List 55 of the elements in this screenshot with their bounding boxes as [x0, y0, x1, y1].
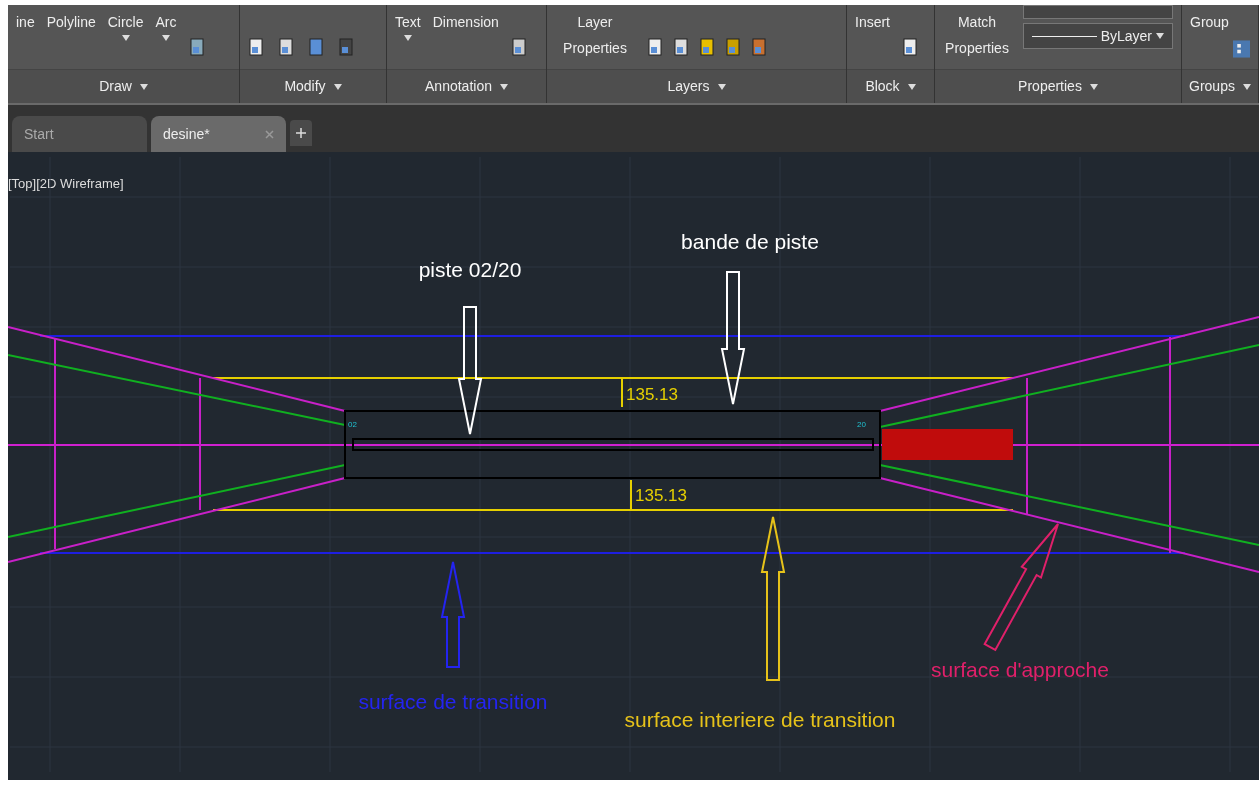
annotation-label: piste 02/20 — [418, 258, 522, 281]
linetype-dropdown[interactable]: ByLayer — [1023, 23, 1173, 49]
linetype-value: ByLayer — [1100, 26, 1152, 46]
caret-icon — [162, 35, 170, 41]
panel-title[interactable]: Layers — [667, 76, 710, 97]
group-select-icon[interactable] — [1232, 37, 1250, 61]
caret-icon — [499, 83, 508, 90]
plus-icon — [296, 128, 306, 138]
tool-icon[interactable] — [699, 37, 717, 57]
caret-icon — [1156, 33, 1164, 39]
viewport-label[interactable]: [Top][2D Wireframe] — [8, 174, 124, 194]
caret-icon — [1242, 83, 1251, 90]
ribbon-button[interactable]: ine — [16, 9, 35, 35]
panel-title[interactable]: Draw — [99, 76, 132, 97]
caret-icon — [139, 83, 148, 90]
tool-icon[interactable] — [338, 37, 356, 57]
color-dropdown[interactable] — [1023, 5, 1173, 19]
tool-icon[interactable] — [278, 37, 296, 57]
ribbon-button[interactable]: Arc — [155, 9, 177, 41]
ribbon-button[interactable]: Group — [1190, 9, 1229, 35]
panel-title[interactable]: Properties — [1018, 76, 1082, 97]
tool-icon[interactable] — [647, 37, 665, 57]
tool-icon[interactable] — [902, 37, 920, 57]
tool-icon[interactable] — [248, 37, 266, 57]
annotation-label: surface d'approche — [931, 658, 1109, 681]
dimension-tick — [630, 479, 632, 511]
caret-icon — [333, 83, 342, 90]
dimension-tick — [621, 377, 623, 408]
tool-icon[interactable] — [673, 37, 691, 57]
caret-icon — [907, 83, 916, 90]
ribbon-button[interactable]: Insert — [855, 9, 890, 35]
ribbon-button[interactable]: Text — [395, 9, 421, 41]
runway-number: 20 — [857, 420, 866, 429]
tool-icon[interactable] — [510, 37, 529, 57]
caret-icon — [403, 35, 412, 41]
dimension-text: 135.13 — [635, 486, 687, 505]
runway-number: 02 — [348, 420, 357, 429]
ribbon-button[interactable]: Dimension — [432, 9, 499, 35]
ribbon-button[interactable]: Polyline — [46, 9, 96, 35]
ribbon-button[interactable]: Circle — [107, 9, 144, 41]
add-tab-button[interactable] — [290, 120, 312, 146]
tool-icon[interactable] — [725, 37, 743, 57]
caret-icon — [1089, 83, 1098, 90]
file-tab[interactable]: desine* — [151, 116, 286, 152]
file-tab[interactable]: Start — [12, 116, 147, 152]
caret-icon — [121, 35, 130, 41]
ribbon-button[interactable]: Layer Properties — [555, 9, 635, 61]
annotation-label: surface interiere de transition — [624, 708, 896, 731]
annotation-label: bande de piste — [681, 230, 819, 253]
dimension-text: 135.13 — [626, 385, 678, 404]
tool-icon[interactable] — [188, 37, 207, 57]
ribbon-button[interactable]: Match Properties — [943, 9, 1011, 61]
caret-icon — [717, 83, 726, 90]
panel-title[interactable]: Modify — [284, 76, 326, 97]
annotation-label: surface de transition — [358, 690, 548, 713]
